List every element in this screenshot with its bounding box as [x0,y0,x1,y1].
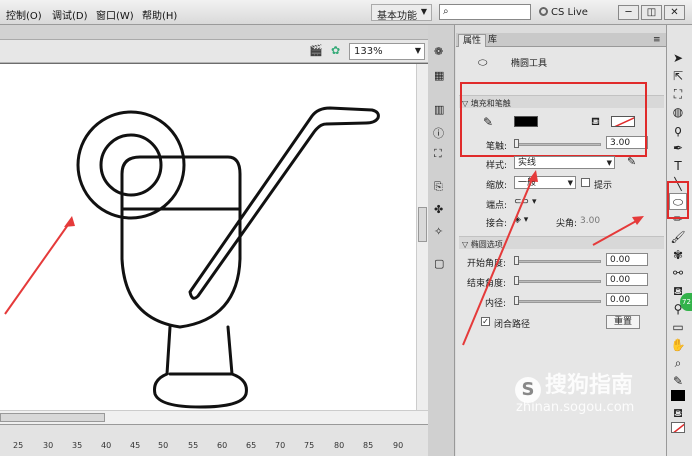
horizontal-scrollbar[interactable] [0,410,428,424]
ruler-tick: 70 [275,441,286,450]
ruler-tick: 40 [101,441,112,450]
highlight-ellipse-tool [667,181,689,219]
ruler-tick: 45 [130,441,141,450]
lemon-outer-circle [76,110,186,220]
zoom-tool-icon[interactable]: ⌕ [669,355,687,372]
ruler-tick: 25 [13,441,24,450]
hand-tool-icon[interactable]: ✋ [669,337,687,354]
glass-stem [153,325,248,409]
chevron-down-icon: ▼ [420,7,427,16]
search-input[interactable]: ⌕ [439,4,531,20]
red-arrow-tool [592,216,644,246]
menu-debug[interactable]: 调试(D) [52,7,88,22]
pen-tool-icon[interactable]: ✒ [669,140,687,157]
ruler-tick: 35 [72,441,83,450]
ruler-tick: 30 [43,441,54,450]
menu-bar: 控制(O) 调试(D) 窗口(W) 帮助(H) 基本功能 ▼ ⌕ CS Live… [0,0,692,25]
free-transform-tool-icon[interactable]: ⛶ [669,86,687,103]
edit-symbol-icon[interactable]: ✿ [331,44,340,57]
ruler-tick: 50 [158,441,169,450]
3d-rotation-tool-icon[interactable]: ◍ [669,104,687,121]
floating-badge[interactable]: 72 [680,293,692,311]
timeline-ruler[interactable]: 25 30 35 40 45 50 55 60 65 70 75 80 85 9… [0,424,428,456]
cs-live-icon [539,7,548,16]
zoom-value: 133% [354,46,383,57]
scroll-thumb[interactable] [0,413,105,422]
no-fill-swatch[interactable] [671,422,685,433]
stroke-color-tool-icon[interactable]: ✎ [669,373,687,390]
scroll-thumb[interactable] [418,207,427,242]
straw [188,106,380,300]
deco-tool-icon[interactable]: ✾ [669,247,687,264]
ruler-tick: 55 [188,441,199,450]
text-tool-icon[interactable]: T [669,158,687,175]
ruler-tick: 80 [334,441,345,450]
vertical-scrollbar[interactable] [416,64,428,410]
ruler-tick: 85 [363,441,374,450]
selection-tool-icon[interactable]: ➤ [669,50,687,67]
brush-tool-icon[interactable]: 🖌 [669,229,687,246]
eraser-tool-icon[interactable]: ▭ [669,319,687,336]
close-button[interactable]: ✕ [664,5,685,20]
drink-drawing [4,106,380,409]
workspace-switcher[interactable]: 基本功能 ▼ [371,4,432,22]
watermark-url: zhinan.sogou.com [516,400,635,415]
bone-tool-icon[interactable]: ⚯ [669,265,687,282]
lasso-tool-icon[interactable]: ϙ [669,122,687,139]
stroke-color-swatch[interactable] [671,390,685,401]
ruler-tick: 90 [393,441,404,450]
minimize-button[interactable]: ─ [618,5,639,20]
ruler-tick: 60 [217,441,228,450]
no-fill-icon [673,423,684,432]
edit-scene-icon[interactable]: 🎬 [309,44,323,57]
watermark-logo: S 搜狗指南 [515,367,633,403]
ruler-tick: 65 [246,441,257,450]
ruler-tick: 75 [304,441,315,450]
zoom-select[interactable]: 133% ▼ [349,43,425,60]
subselection-tool-icon[interactable]: ⇱ [669,68,687,85]
fill-color-tool-icon[interactable]: ⛾ [669,405,687,422]
chevron-down-icon: ▼ [414,46,421,55]
cs-live-button[interactable]: CS Live [539,7,588,18]
menu-window[interactable]: 窗口(W) [96,7,134,22]
menu-control[interactable]: 控制(O) [6,7,42,22]
workspace-label: 基本功能 [377,11,417,22]
lemon-inner-circle [99,133,163,197]
stage-canvas[interactable] [0,64,416,410]
red-arrow-panel [462,170,538,346]
document-tab-bar [0,25,428,40]
restore-button[interactable]: ◫ [641,5,662,20]
red-arrow-stage [4,216,75,315]
search-icon: ⌕ [443,6,449,17]
menu-help[interactable]: 帮助(H) [142,7,177,22]
